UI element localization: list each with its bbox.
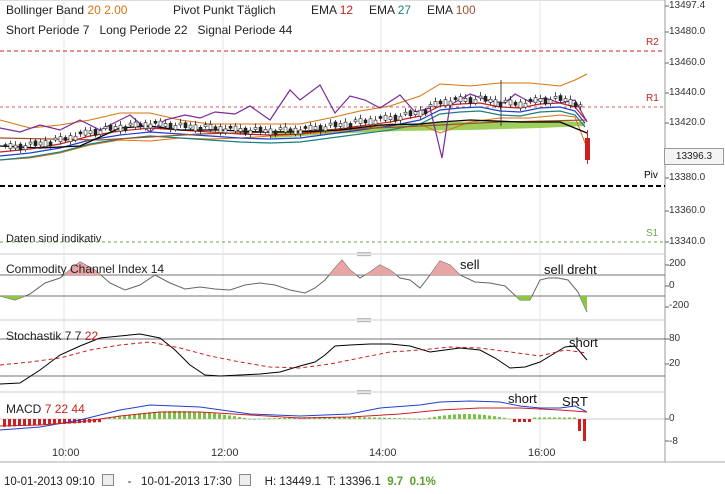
signal-period-value: 44 [278, 23, 293, 37]
high-value: H: 13449.1 [264, 476, 321, 488]
long-period-label: Long Periode [99, 23, 171, 37]
end-calendar-icon[interactable] [239, 474, 252, 486]
cci-sell-dreht-annotation: sell dreht [544, 262, 597, 277]
ema27-legend[interactable]: EMA 27 [369, 3, 411, 17]
status-bar: 10-01-2013 09:10 - 10-01-2013 17:30 H: 1… [4, 474, 436, 488]
cci-tick: -200 [669, 300, 690, 311]
stoch-tick: 20 [669, 358, 681, 369]
pivot-piv-label: Piv [644, 170, 658, 181]
stochastic-p1: 7 [64, 329, 72, 343]
stoch-tick: 80 [669, 333, 681, 344]
macd-params-legend[interactable]: Short Periode 7 Long Periode 22 Signal P… [6, 23, 292, 37]
macd-p3: 44 [71, 402, 85, 416]
stochastic-title: Stochastik [6, 329, 62, 343]
macd-legend[interactable]: MACD 7 22 44 [6, 402, 85, 416]
short-period-label: Short Periode [6, 23, 80, 37]
last-value: T: 13396.1 [327, 476, 381, 488]
end-datetime[interactable]: 10-01-2013 17:30 [141, 476, 232, 488]
cci-legend[interactable]: Commodity Channel Index 14 [6, 262, 164, 276]
ema27-label: EMA [369, 3, 395, 17]
stochastic-legend[interactable]: Stochastik 7 7 22 [6, 329, 98, 343]
macd-title: MACD [6, 402, 42, 416]
cci-tick: 200 [669, 258, 686, 269]
price-tick: 13460.0 [669, 57, 706, 68]
pivot-r2-label: R2 [646, 37, 659, 48]
bollinger-period: 20 [87, 3, 101, 17]
price-tick: 13420.0 [669, 117, 706, 128]
time-tick: 10:00 [52, 447, 80, 459]
range-dash: - [127, 476, 132, 488]
current-price-badge: 13396.3 [664, 148, 724, 165]
change-percent: 0.1% [409, 476, 436, 488]
price-tick: 13497.4 [669, 0, 706, 11]
price-tick: 13380.0 [669, 172, 706, 183]
macd-short-annotation: short [508, 391, 537, 406]
cci-tick: 0 [669, 280, 675, 291]
cci-sell-annotation: sell [460, 257, 480, 272]
time-tick: 14:00 [369, 447, 397, 459]
pivot-s1-label: S1 [646, 228, 659, 239]
ema12-value: 12 [339, 3, 354, 17]
price-tick: 13440.0 [669, 87, 706, 98]
ema12-label: EMA [311, 3, 337, 17]
stochastic-p2: 7 [74, 329, 82, 343]
start-datetime[interactable]: 10-01-2013 09:10 [4, 476, 95, 488]
cci-period: 14 [150, 262, 165, 276]
pivot-label: Pivot Punkt [173, 3, 234, 17]
price-tick: 13340.0 [669, 236, 706, 247]
macd-tick: 0 [669, 413, 675, 424]
macd-srt-annotation: SRT [562, 394, 588, 409]
change-value: 9.7 [387, 476, 404, 488]
ema100-value: 100 [455, 3, 476, 17]
long-period-value: 22 [174, 23, 188, 37]
stochastic-d-line [0, 341, 588, 369]
pivot-legend[interactable]: Pivot Punkt Täglich [173, 3, 276, 17]
pivot-r1-label: R1 [646, 93, 659, 104]
stochastic-p3: 22 [84, 329, 99, 343]
macd-p1: 7 [44, 402, 52, 416]
bollinger-label: Bollinger Band [6, 3, 85, 17]
price-tick: 13480.0 [669, 26, 706, 37]
short-period-value: 7 [82, 23, 90, 37]
ema12-legend[interactable]: EMA 12 [311, 3, 353, 17]
macd-tick: -8 [669, 436, 678, 447]
ema100-legend[interactable]: EMA 100 [427, 3, 476, 17]
disclaimer-text: Daten sind indikativ [6, 233, 102, 245]
signal-period-label: Signal Periode [197, 23, 276, 37]
bollinger-stddev: 2.00 [104, 3, 128, 17]
time-tick: 12:00 [211, 447, 239, 459]
main-price-chart[interactable] [0, 0, 725, 494]
price-tick: 13360.0 [669, 205, 706, 216]
bollinger-legend[interactable]: Bollinger Band 20 2.00 [6, 3, 127, 17]
cci-title: Commodity Channel Index [6, 262, 148, 276]
time-tick: 16:00 [528, 447, 556, 459]
time-gridlines [63, 0, 541, 462]
macd-p2: 22 [54, 402, 69, 416]
start-calendar-icon[interactable] [102, 474, 115, 486]
ema27-value: 27 [397, 3, 412, 17]
macd-line [0, 400, 588, 431]
stoch-short-annotation: short [569, 335, 598, 350]
ema100-label: EMA [427, 3, 453, 17]
pivot-period: Täglich [236, 3, 276, 17]
stochastic-pane[interactable] [0, 333, 665, 385]
